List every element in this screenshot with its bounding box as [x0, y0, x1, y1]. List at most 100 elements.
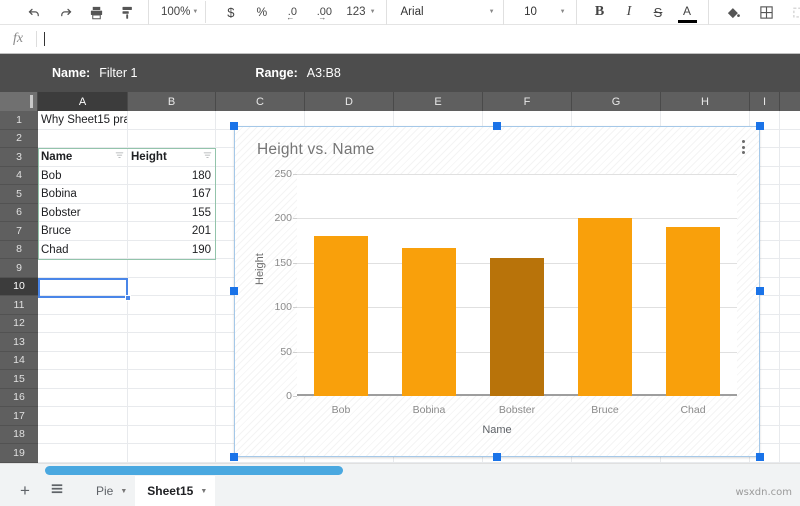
- row-header-16[interactable]: 16: [0, 389, 38, 408]
- cell-A5[interactable]: Bobina: [38, 185, 128, 204]
- cell-B1[interactable]: [128, 111, 216, 130]
- cell-A3[interactable]: Name: [38, 148, 128, 167]
- cell-A17[interactable]: [38, 407, 128, 426]
- cell-B17[interactable]: [128, 407, 216, 426]
- cell-B9[interactable]: [128, 259, 216, 278]
- row-header-5[interactable]: 5: [0, 185, 38, 204]
- column-header-i[interactable]: I: [750, 92, 780, 111]
- row-header-18[interactable]: 18: [0, 426, 38, 445]
- chart-handle-top-right[interactable]: [756, 122, 764, 130]
- column-header-h[interactable]: H: [661, 92, 750, 111]
- cell-A6[interactable]: Bobster: [38, 204, 128, 223]
- filter-range-value[interactable]: A3:B8: [307, 66, 341, 80]
- cell-B14[interactable]: [128, 352, 216, 371]
- paint-format-button[interactable]: [117, 1, 138, 23]
- chart-handle-top-left[interactable]: [230, 122, 238, 130]
- formula-input[interactable]: [37, 25, 800, 53]
- cell-B10[interactable]: [128, 278, 216, 297]
- more-formats-button[interactable]: 123 ▼: [344, 1, 375, 23]
- sheet-tab-sheet15[interactable]: Sheet15▼: [135, 476, 215, 506]
- sheet-tab-pie[interactable]: Pie▼: [84, 476, 135, 506]
- row-header-1[interactable]: 1: [0, 111, 38, 130]
- chart-bar-bobster[interactable]: [490, 258, 545, 396]
- kebab-menu-icon[interactable]: [737, 138, 749, 156]
- column-header-g[interactable]: G: [572, 92, 661, 111]
- filter-icon[interactable]: [203, 151, 212, 163]
- cell-A16[interactable]: [38, 389, 128, 408]
- print-button[interactable]: [86, 1, 107, 23]
- cell-B5[interactable]: 167: [128, 185, 216, 204]
- column-header-a[interactable]: A: [38, 92, 128, 111]
- cell-B15[interactable]: [128, 370, 216, 389]
- cell-A14[interactable]: [38, 352, 128, 371]
- add-sheet-button[interactable]: +: [12, 478, 38, 504]
- column-header-c[interactable]: C: [216, 92, 305, 111]
- horizontal-scrollbar-track[interactable]: [0, 463, 800, 476]
- horizontal-scrollbar-thumb[interactable]: [45, 466, 343, 475]
- cell-B8[interactable]: 190: [128, 241, 216, 260]
- cell-A18[interactable]: [38, 426, 128, 445]
- cell-B13[interactable]: [128, 333, 216, 352]
- row-header-6[interactable]: 6: [0, 204, 38, 223]
- cell-B7[interactable]: 201: [128, 222, 216, 241]
- cell-A15[interactable]: [38, 370, 128, 389]
- column-header-b[interactable]: B: [128, 92, 216, 111]
- cell-A8[interactable]: Chad: [38, 241, 128, 260]
- cell-A4[interactable]: Bob: [38, 167, 128, 186]
- borders-button[interactable]: [756, 1, 777, 23]
- cell-A2[interactable]: [38, 130, 128, 149]
- cell-B18[interactable]: [128, 426, 216, 445]
- selected-cell-a10[interactable]: [38, 278, 128, 298]
- row-header-11[interactable]: 11: [0, 296, 38, 315]
- cell-B6[interactable]: 155: [128, 204, 216, 223]
- cell-A13[interactable]: [38, 333, 128, 352]
- column-header-f[interactable]: F: [483, 92, 572, 111]
- chart-handle-bottom-left[interactable]: [230, 453, 238, 461]
- strikethrough-button[interactable]: S: [648, 1, 669, 23]
- bold-button[interactable]: B: [589, 1, 611, 23]
- row-header-2[interactable]: 2: [0, 130, 38, 149]
- fill-color-button[interactable]: [723, 1, 744, 23]
- increase-decimal-button[interactable]: .00 →: [312, 1, 336, 23]
- row-header-3[interactable]: 3: [0, 148, 38, 167]
- chart-bar-bobina[interactable]: [402, 248, 457, 396]
- filter-name-value[interactable]: Filter 1: [99, 66, 137, 80]
- chart-handle-middle-right[interactable]: [756, 287, 764, 295]
- filter-icon[interactable]: [115, 151, 124, 163]
- row-header-12[interactable]: 12: [0, 315, 38, 334]
- row-header-8[interactable]: 8: [0, 241, 38, 260]
- percent-format-button[interactable]: %: [251, 1, 272, 23]
- text-color-button[interactable]: A: [677, 1, 698, 23]
- row-header-9[interactable]: 9: [0, 259, 38, 278]
- column-header-d[interactable]: D: [305, 92, 394, 111]
- currency-format-button[interactable]: $: [220, 1, 241, 23]
- cell-A7[interactable]: Bruce: [38, 222, 128, 241]
- cell-A19[interactable]: [38, 444, 128, 463]
- chart-bar-chad[interactable]: [666, 227, 721, 396]
- cell-B12[interactable]: [128, 315, 216, 334]
- cell-B2[interactable]: [128, 130, 216, 149]
- chart-bar-bruce[interactable]: [578, 218, 633, 396]
- cell-A9[interactable]: [38, 259, 128, 278]
- chevron-down-icon[interactable]: ▼: [200, 488, 207, 495]
- cell-A11[interactable]: [38, 296, 128, 315]
- chart-bar-bob[interactable]: [314, 236, 369, 396]
- row-header-15[interactable]: 15: [0, 370, 38, 389]
- row-header-7[interactable]: 7: [0, 222, 38, 241]
- select-all-corner[interactable]: [0, 92, 38, 111]
- cell-B19[interactable]: [128, 444, 216, 463]
- cell-B4[interactable]: 180: [128, 167, 216, 186]
- chart-handle-top-center[interactable]: [493, 122, 501, 130]
- row-header-13[interactable]: 13: [0, 333, 38, 352]
- merge-cells-button[interactable]: [789, 1, 800, 23]
- undo-button[interactable]: [24, 1, 45, 23]
- cell-B16[interactable]: [128, 389, 216, 408]
- row-header-4[interactable]: 4: [0, 167, 38, 186]
- column-header-e[interactable]: E: [394, 92, 483, 111]
- font-family-select[interactable]: Arial ▼: [393, 1, 501, 23]
- row-header-14[interactable]: 14: [0, 352, 38, 371]
- row-header-19[interactable]: 19: [0, 444, 38, 463]
- chart-handle-middle-left[interactable]: [230, 287, 238, 295]
- row-header-17[interactable]: 17: [0, 407, 38, 426]
- cell-A1[interactable]: Why Sheet15 pray?: [38, 111, 128, 130]
